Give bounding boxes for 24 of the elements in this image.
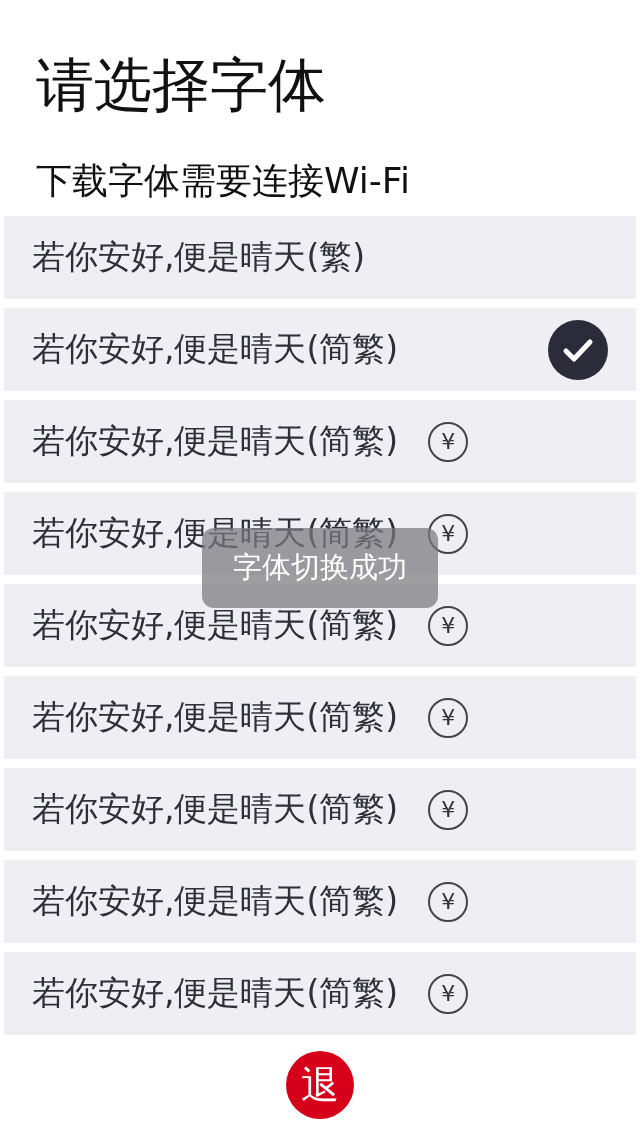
font-sample: 若你安好,便是晴天(繁) bbox=[32, 236, 366, 278]
price-badge: ¥ bbox=[428, 789, 469, 830]
font-option[interactable]: 若你安好,便是晴天(简繁) bbox=[4, 308, 636, 391]
price-badge: ¥ bbox=[428, 421, 469, 462]
price-badge: ¥ bbox=[428, 881, 469, 922]
price-badge: ¥ bbox=[428, 697, 469, 738]
font-option[interactable]: 若你安好,便是晴天(简繁) ¥ bbox=[4, 400, 636, 483]
price-badge: ¥ bbox=[428, 973, 469, 1014]
font-option[interactable]: 若你安好,便是晴天(简繁) ¥ bbox=[4, 768, 636, 851]
font-option[interactable]: 若你安好,便是晴天(简繁) ¥ bbox=[4, 860, 636, 943]
page-title: 请选择字体 bbox=[36, 50, 327, 121]
font-sample: 若你安好,便是晴天(简繁) bbox=[32, 604, 399, 646]
font-sample: 若你安好,便是晴天(简繁) bbox=[32, 328, 399, 370]
font-option[interactable]: 若你安好,便是晴天(简繁) ¥ bbox=[4, 952, 636, 1035]
font-sample: 若你安好,便是晴天(简繁) bbox=[32, 880, 399, 922]
font-option[interactable]: 若你安好,便是晴天(繁) bbox=[4, 216, 636, 299]
font-sample: 若你安好,便是晴天(简繁) bbox=[32, 696, 399, 738]
exit-button[interactable]: 退 bbox=[286, 1051, 354, 1119]
font-sample: 若你安好,便是晴天(简繁) bbox=[32, 788, 399, 830]
checkmark-icon bbox=[548, 319, 608, 380]
font-sample: 若你安好,便是晴天(简繁) bbox=[32, 972, 399, 1014]
font-sample: 若你安好,便是晴天(简繁) bbox=[32, 420, 399, 462]
wifi-notice: 下载字体需要连接Wi-Fi bbox=[36, 159, 411, 203]
font-option[interactable]: 若你安好,便是晴天(简繁) ¥ bbox=[4, 676, 636, 759]
